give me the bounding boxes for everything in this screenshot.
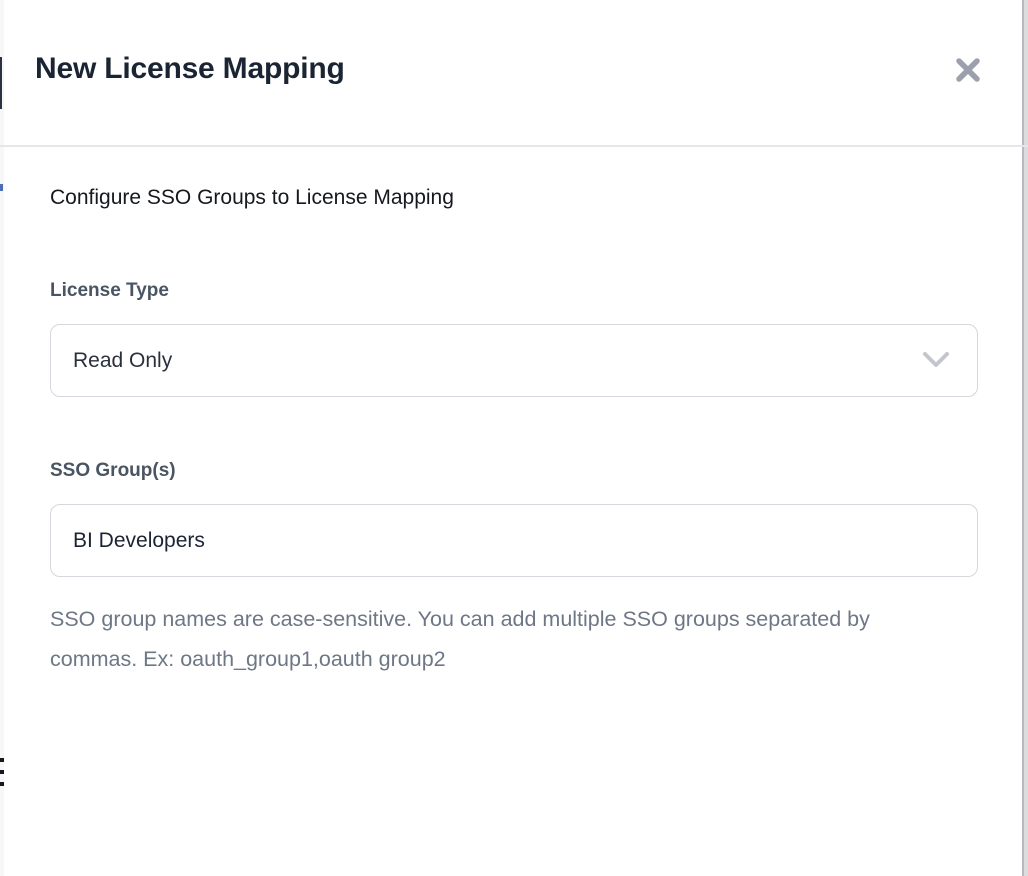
sso-groups-help-text: SSO group names are case-sensitive. You …: [50, 599, 892, 679]
background-artifact: [0, 184, 3, 191]
close-button[interactable]: [940, 42, 996, 98]
sso-groups-field-wrapper: [50, 504, 978, 577]
app-viewport: New License Mapping Configure SSO Groups…: [0, 0, 1028, 876]
chevron-down-icon: [921, 349, 951, 376]
modal-title: New License Mapping: [35, 52, 345, 86]
scrollbar-gutter: [1024, 0, 1028, 876]
license-type-selected-value: Read Only: [73, 349, 172, 373]
modal-header: New License Mapping: [4, 0, 1022, 145]
license-type-label: License Type: [50, 280, 169, 302]
modal-subtitle: Configure SSO Groups to License Mapping: [50, 186, 454, 210]
license-type-select[interactable]: Read Only: [50, 324, 978, 397]
new-license-mapping-modal: New License Mapping Configure SSO Groups…: [4, 0, 1022, 876]
sso-groups-label: SSO Group(s): [50, 460, 176, 482]
x-close-icon: [953, 55, 983, 85]
background-artifact: [0, 57, 2, 109]
sso-groups-input[interactable]: [51, 505, 977, 576]
modal-body: Configure SSO Groups to License Mapping …: [4, 147, 1022, 876]
